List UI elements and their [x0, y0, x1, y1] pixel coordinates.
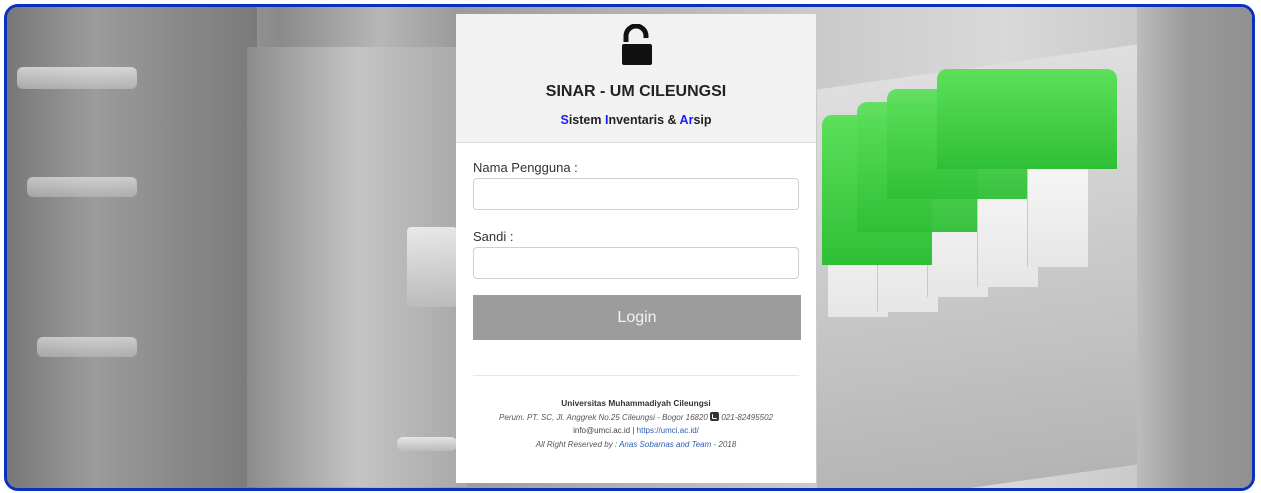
footer-phone: 021-82495502 — [721, 412, 773, 422]
footer-org: Universitas Muhammadiyah Cileungsi — [561, 398, 711, 408]
username-input[interactable] — [473, 178, 799, 210]
unlock-icon — [622, 24, 652, 65]
login-button[interactable]: Login — [473, 295, 801, 340]
footer-email[interactable]: info@umci.ac.id — [573, 426, 630, 435]
footer-website-link[interactable]: https://umci.ac.id/ — [637, 426, 699, 435]
footer-rights-line: All Right Reserved by : Anas Sobarnas an… — [535, 439, 737, 449]
username-label: Nama Pengguna : — [473, 160, 578, 175]
footer-contact-line: info@umci.ac.id | https://umci.ac.id/ — [573, 426, 699, 435]
footer-divider — [473, 375, 799, 376]
footer-address-line: Perum. PT. SC, Jl. Anggrek No.25 Cileung… — [456, 411, 816, 425]
login-panel: SINAR - UM CILEUNGSI Sistem Inventaris &… — [456, 14, 816, 483]
app-title: SINAR - UM CILEUNGSI — [545, 83, 727, 100]
password-label: Sandi : — [473, 229, 514, 244]
panel-header: SINAR - UM CILEUNGSI Sistem Inventaris &… — [456, 14, 816, 143]
phone-icon — [710, 411, 720, 421]
app-subtitle: Sistem Inventaris & Arsip — [560, 113, 712, 127]
footer: Universitas Muhammadiyah Cileungsi Perum… — [456, 397, 816, 451]
footer-address: Perum. PT. SC, Jl. Anggrek No.25 Cileung… — [499, 412, 708, 422]
footer-author-link[interactable]: Anas Sobarnas and Team — [619, 440, 711, 449]
app-frame: SINAR - UM CILEUNGSI Sistem Inventaris &… — [4, 4, 1255, 491]
password-input[interactable] — [473, 247, 799, 279]
